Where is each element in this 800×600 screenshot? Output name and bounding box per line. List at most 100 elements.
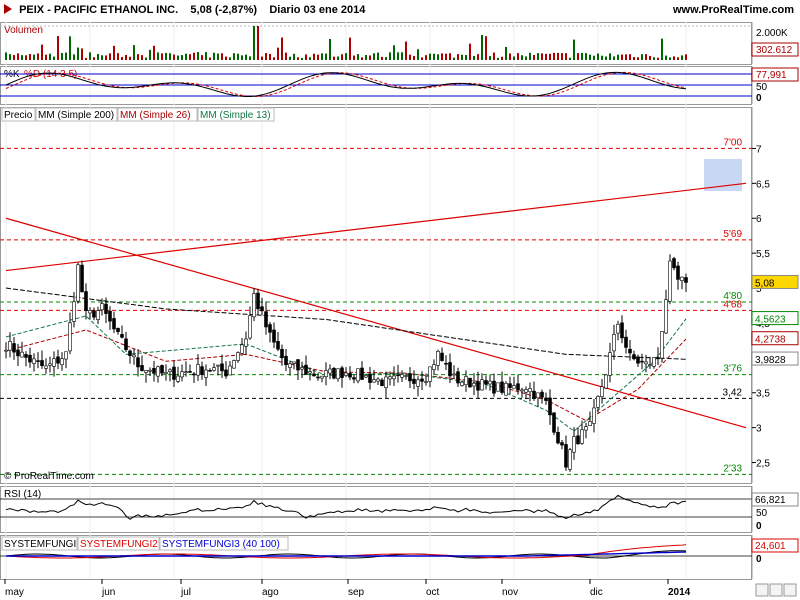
candle-body (416, 379, 420, 387)
systemfungi-legend-label: SYSTEMFUNGI2 (80, 539, 158, 550)
candle-body (540, 391, 544, 398)
candle-body (624, 336, 628, 348)
volume-bar (425, 55, 427, 60)
candle-body (60, 358, 64, 366)
volume-bar (469, 43, 471, 60)
volume-bar (145, 57, 147, 60)
candle-body (420, 378, 424, 382)
candle-body (492, 380, 496, 394)
candle-body (480, 379, 484, 391)
candle-body (164, 372, 168, 374)
candle-body (300, 367, 304, 370)
volume-bar (637, 57, 639, 60)
candle-body (136, 357, 140, 368)
nav-button[interactable] (783, 583, 797, 597)
candle-body (532, 390, 536, 399)
volume-bar (665, 55, 667, 60)
volume-bar (609, 53, 611, 60)
volume-bar (449, 53, 451, 60)
volume-bar (661, 38, 663, 60)
price-legend-label: Precio (4, 110, 33, 121)
candle-body (488, 380, 492, 385)
candle-body (88, 310, 92, 314)
chart-header: PEIX - PACIFIC ETHANOL INC. 5,08 (-2,87%… (0, 0, 800, 22)
candle-body (636, 356, 640, 364)
x-tick-label: dic (590, 587, 603, 598)
volume-bar (525, 56, 527, 60)
candle-body (384, 376, 388, 389)
candle-body (16, 349, 20, 357)
volume-bar (433, 53, 435, 60)
systemfungi-legend-label: SYSTEMFUNGI (4, 539, 76, 550)
date: 03 ene 2014 (303, 4, 366, 16)
candle-body (524, 389, 528, 393)
x-tick-label: oct (426, 587, 440, 598)
candle-body (464, 376, 468, 386)
volume-bar (65, 52, 67, 60)
volume-bar (21, 55, 23, 60)
volume-bar (605, 56, 607, 60)
volume-bar (189, 54, 191, 60)
volume-bar (169, 53, 171, 60)
level-label: 3'76 (723, 364, 742, 375)
volume-bar (509, 53, 511, 60)
candle-body (304, 364, 308, 375)
candle-body (596, 396, 600, 408)
candle-body (4, 349, 8, 352)
candle-body (32, 358, 36, 364)
candle-body (440, 352, 444, 361)
volume-axis-label: 302.612 (756, 45, 793, 56)
period: Diario (269, 4, 301, 16)
candle-body (496, 382, 500, 392)
price-marker-label: 4,5623 (755, 315, 786, 326)
volume-bar (217, 53, 219, 60)
volume-bar (613, 56, 615, 60)
volume-bar (265, 53, 267, 60)
candle-body (356, 368, 360, 382)
volume-bar (541, 53, 543, 60)
candle-body (380, 379, 384, 387)
copyright: © ProRealTime.com (4, 471, 94, 482)
volume-bar (97, 53, 99, 60)
candle-body (604, 374, 608, 389)
nav-button[interactable] (769, 583, 783, 597)
candle-body (368, 373, 372, 383)
candle-body (68, 322, 72, 352)
candle-body (64, 351, 68, 360)
volume-bar (105, 55, 107, 60)
volume-bar (393, 45, 395, 60)
candle-body (580, 429, 584, 444)
play-icon[interactable] (4, 4, 12, 14)
candle-body (140, 365, 144, 371)
volume-bar (197, 52, 199, 60)
candle-body (36, 360, 40, 362)
volume-bar (461, 54, 463, 60)
volume-bar (477, 54, 479, 60)
volume-bar (361, 57, 363, 60)
candle-body (260, 306, 264, 312)
volume-bar (133, 45, 135, 60)
candle-body (664, 299, 668, 334)
candle-body (484, 380, 488, 385)
candle-body (352, 377, 356, 380)
volume-bar (685, 54, 687, 60)
price-marker-label: 4,2738 (755, 335, 786, 346)
candle-body (448, 362, 452, 377)
volume-bar (501, 56, 503, 60)
volume-bar (669, 57, 671, 60)
candle-body (576, 435, 580, 445)
candle-body (536, 392, 540, 399)
rsi-panel (0, 486, 752, 533)
volume-bar (545, 53, 547, 60)
volume-bar (569, 57, 571, 60)
candle-body (240, 344, 244, 354)
nav-button[interactable] (755, 583, 769, 597)
x-tick-label: sep (348, 587, 365, 598)
volume-bar (617, 54, 619, 60)
volume-bar (157, 52, 159, 60)
candle-body (24, 354, 28, 358)
candle-body (184, 371, 188, 373)
volume-bar (269, 53, 271, 60)
candle-body (72, 301, 76, 322)
candle-body (644, 361, 648, 365)
